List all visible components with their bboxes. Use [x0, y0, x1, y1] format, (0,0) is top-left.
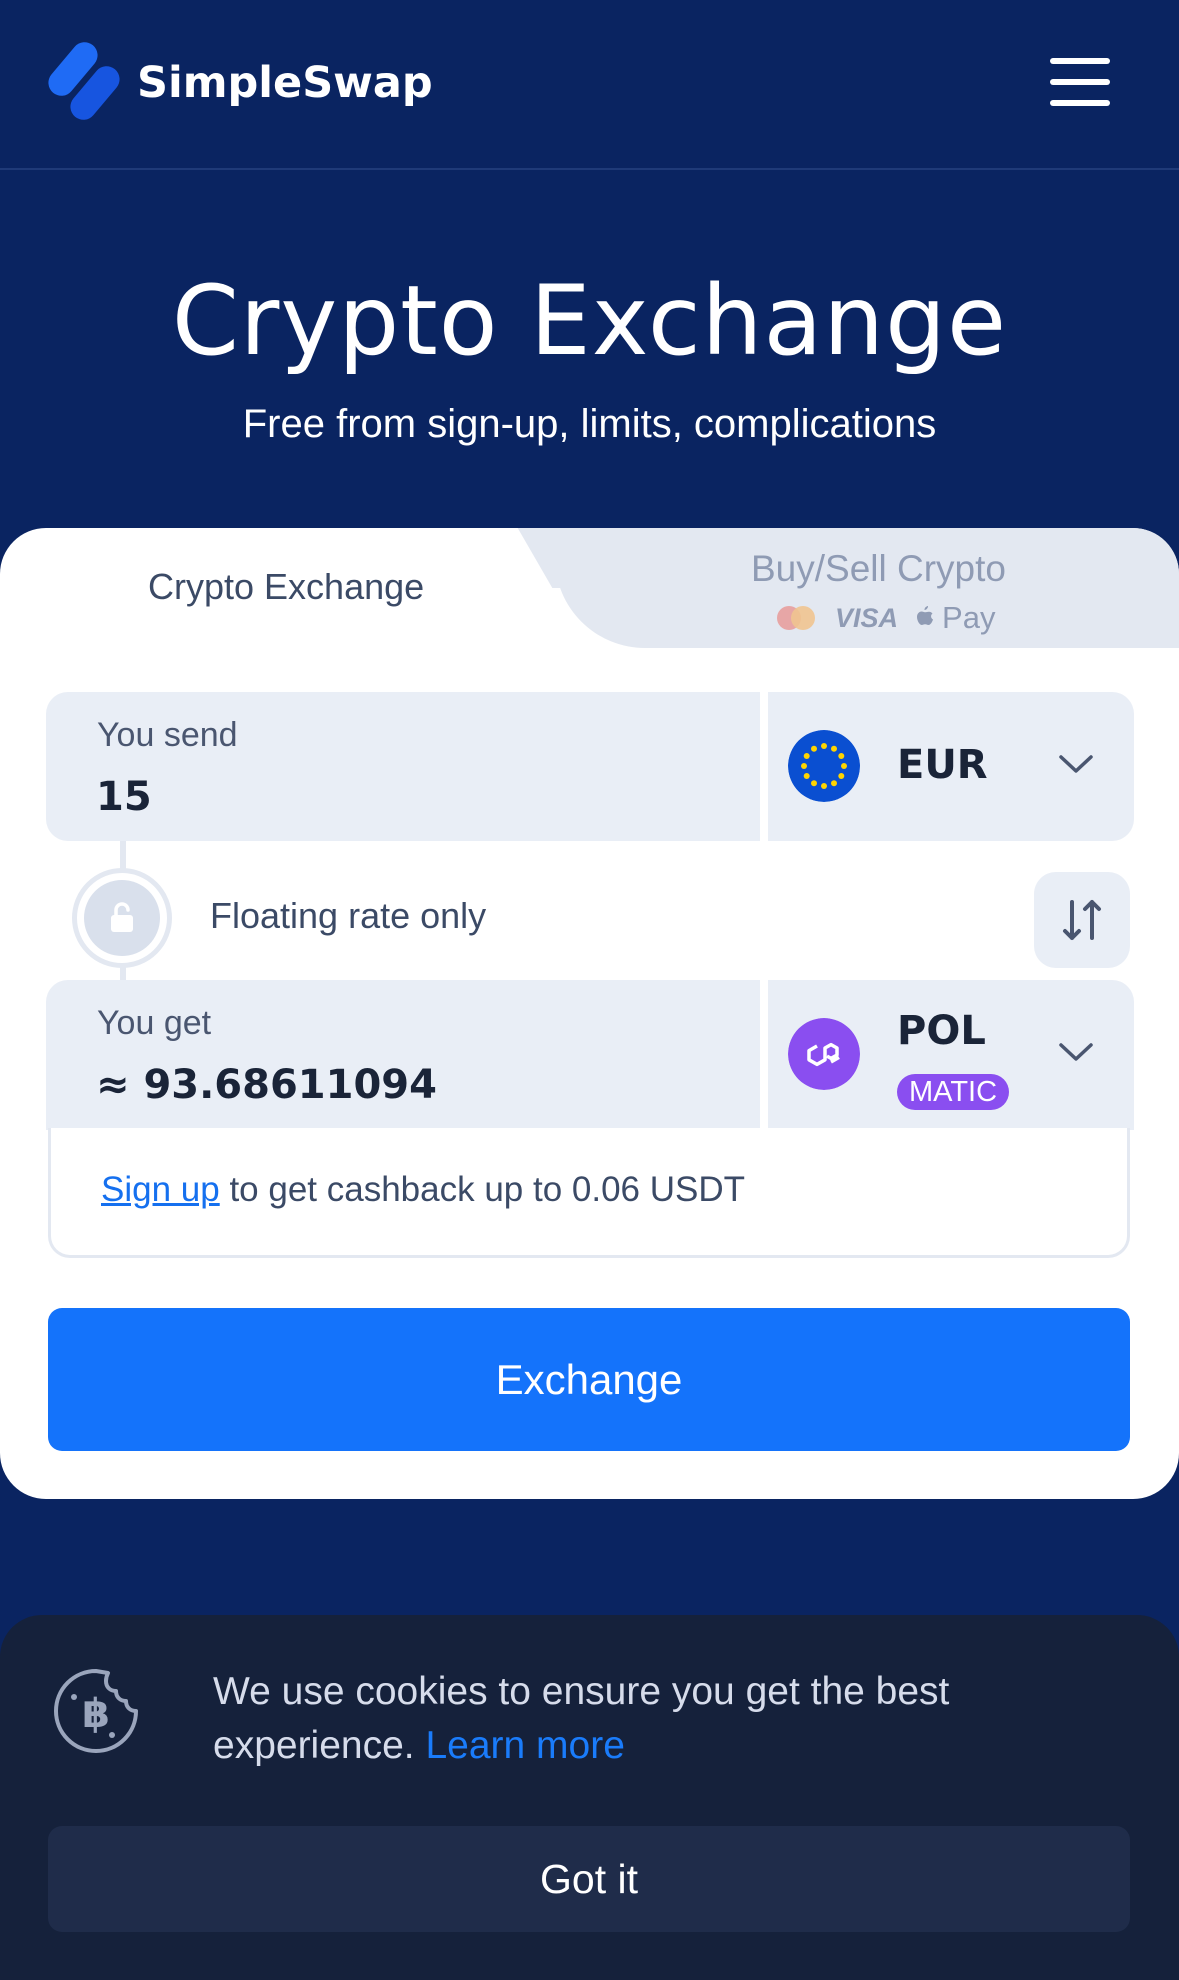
apple-pay-icon: Pay [916, 600, 995, 636]
sign-up-link[interactable]: Sign up [101, 1170, 220, 1209]
payment-methods: VISA Pay [777, 598, 995, 638]
mastercard-icon [777, 606, 817, 630]
swap-currencies-button[interactable] [1034, 872, 1130, 968]
eu-flag-icon [788, 730, 860, 802]
hero-subtitle: Free from sign-up, limits, complications [242, 402, 937, 446]
polygon-icon [788, 1018, 860, 1090]
apple-pay-label: Pay [942, 600, 996, 635]
tab-crypto-exchange[interactable]: Crypto Exchange [0, 528, 590, 648]
svg-text:฿: ฿ [82, 1691, 110, 1737]
send-currency-select[interactable]: EUR [768, 692, 1134, 841]
tab-crypto-exchange-label: Crypto Exchange [148, 566, 425, 607]
send-amount-field[interactable]: You send 15 [46, 692, 760, 841]
lock-icon[interactable] [84, 880, 160, 956]
cashback-text: Sign up to get cashback up to 0.06 USDT [101, 1170, 745, 1210]
get-currency-code: POL [897, 1008, 986, 1054]
rate-row: Floating rate only [46, 841, 1134, 980]
tab-buy-sell-label: Buy/Sell Crypto [751, 548, 1006, 589]
send-currency-code: EUR [897, 742, 988, 788]
get-amount-field[interactable]: You get ≈ 93.68611094 [46, 980, 760, 1130]
hero-title: Crypto Exchange [171, 265, 1008, 377]
get-amount-value: ≈ 93.68611094 [96, 1062, 437, 1108]
chevron-down-icon [1059, 755, 1093, 773]
network-badge: MATIC [897, 1074, 1010, 1110]
chevron-down-icon [1059, 1043, 1093, 1061]
brand-name[interactable]: SimpleSwap [137, 58, 433, 108]
swap-arrows-icon [1063, 900, 1101, 940]
cashback-info: Sign up to get cashback up to 0.06 USDT [48, 1128, 1130, 1258]
got-it-button[interactable]: Got it [48, 1826, 1130, 1932]
visa-icon: VISA [835, 602, 899, 633]
exchange-card: Crypto Exchange Buy/Sell Crypto VISA Pay… [0, 528, 1179, 1499]
cookie-message: We use cookies to ensure you get the bes… [213, 1665, 1073, 1773]
cashback-message: to get cashback up to 0.06 USDT [219, 1170, 746, 1209]
hamburger-menu-icon[interactable] [1050, 58, 1114, 106]
floating-rate-label: Floating rate only [210, 895, 487, 936]
exchange-button[interactable]: Exchange [48, 1308, 1130, 1451]
cookie-banner: ฿ We use cookies to ensure you get the b… [0, 1615, 1179, 1980]
send-label: You send [97, 716, 238, 754]
simpleswap-logo-icon[interactable] [46, 40, 124, 122]
header: SimpleSwap [0, 0, 1179, 170]
send-amount-input[interactable]: 15 [96, 774, 152, 820]
get-currency-select[interactable]: POL MATIC [768, 980, 1134, 1130]
get-label: You get [97, 1004, 212, 1042]
learn-more-link[interactable]: Learn more [425, 1724, 624, 1767]
tab-buy-sell-crypto[interactable]: Buy/Sell Crypto VISA Pay [555, 528, 1179, 648]
page: SimpleSwap Crypto Exchange Free from sig… [0, 0, 1179, 1980]
apple-icon [917, 606, 934, 625]
cookie-bitcoin-icon: ฿ [54, 1669, 138, 1753]
